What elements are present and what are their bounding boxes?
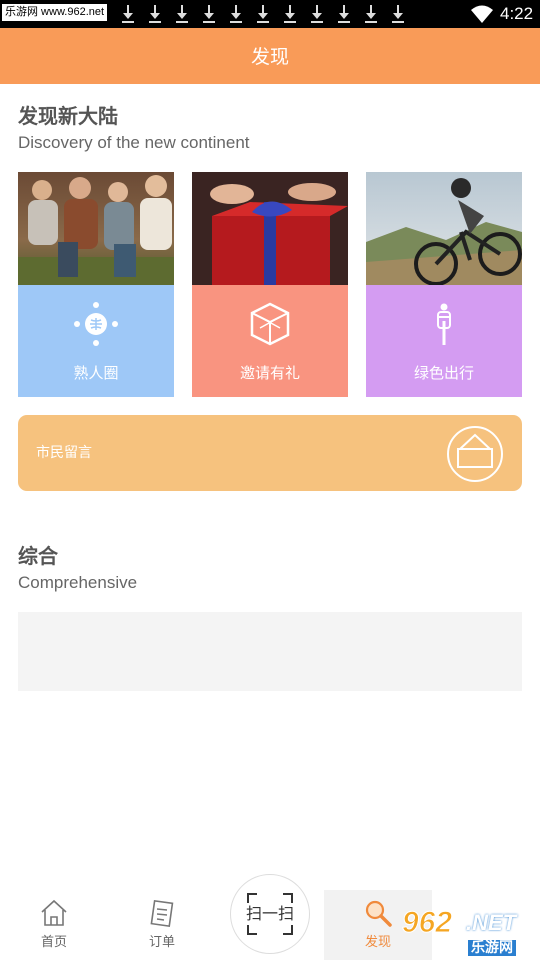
search-icon [365, 900, 392, 927]
download-icon [390, 4, 417, 24]
friends-photo [18, 172, 174, 285]
download-icon [309, 4, 336, 24]
scan-corner [247, 925, 257, 935]
comprehensive-content [18, 612, 522, 691]
card-acquaintance-circle[interactable]: 熟人圈 [18, 172, 174, 397]
app-header: 发现 [0, 28, 540, 84]
card-bottom: 绿色出行 [366, 285, 522, 397]
gift-photo [192, 172, 348, 285]
watermark-label: 乐游网 www.962.net [2, 4, 108, 21]
card-bottom: 熟人圈 [18, 285, 174, 397]
banner-label: 市民留言 [36, 445, 92, 461]
scan-label: 扫一扫 [245, 904, 294, 923]
download-icon [282, 4, 309, 24]
card-bottom: 邀请有礼 [192, 285, 348, 397]
status-bar: 乐游网 www.962.net 4:22 [0, 0, 540, 28]
card-label: 熟人圈 [73, 364, 119, 382]
scan-corner [283, 893, 293, 903]
card-invite-gift[interactable]: 邀请有礼 [192, 172, 348, 397]
card-label: 绿色出行 [413, 364, 474, 382]
scan-button[interactable]: 扫一扫 [230, 874, 310, 954]
comprehensive-subtitle: Comprehensive [18, 573, 138, 592]
download-notifications [120, 4, 417, 24]
nav-label: 订单 [148, 935, 175, 950]
people-network-icon [74, 302, 118, 346]
scan-corner [283, 925, 293, 935]
wifi-icon [471, 5, 493, 23]
download-icon [336, 4, 363, 24]
nav-orders[interactable]: 订单 [108, 890, 216, 960]
download-icon [363, 4, 390, 24]
discover-subtitle: Discovery of the new continent [18, 133, 250, 152]
card-green-travel[interactable]: 绿色出行 [366, 172, 522, 397]
home-icon [41, 899, 67, 926]
comprehensive-title: 综合 [18, 544, 58, 568]
clock: 4:22 [500, 4, 534, 23]
scan-icon [247, 893, 257, 903]
nav-home[interactable]: 首页 [0, 890, 108, 960]
download-icon [147, 4, 174, 24]
gift-box-icon [250, 302, 290, 346]
cycling-photo [366, 172, 522, 285]
watermark-number: 962 [401, 906, 453, 940]
watermark-logo: 962 .NET 乐游网 [401, 906, 537, 956]
cyclist-icon [437, 303, 451, 345]
page-title: 发现 [250, 46, 289, 68]
watermark-suffix: .NET [466, 910, 517, 935]
citizen-message-banner[interactable]: 市民留言 [18, 415, 522, 491]
download-icon [201, 4, 228, 24]
watermark-text: 乐游网 [468, 940, 516, 956]
download-icon [120, 4, 147, 24]
download-icon [255, 4, 282, 24]
nav-label: 首页 [40, 935, 67, 950]
download-icon [228, 4, 255, 24]
bag-icon [447, 426, 503, 482]
card-label: 邀请有礼 [239, 364, 300, 382]
order-icon [150, 899, 174, 928]
discover-title: 发现新大陆 [18, 104, 118, 128]
download-icon [174, 4, 201, 24]
